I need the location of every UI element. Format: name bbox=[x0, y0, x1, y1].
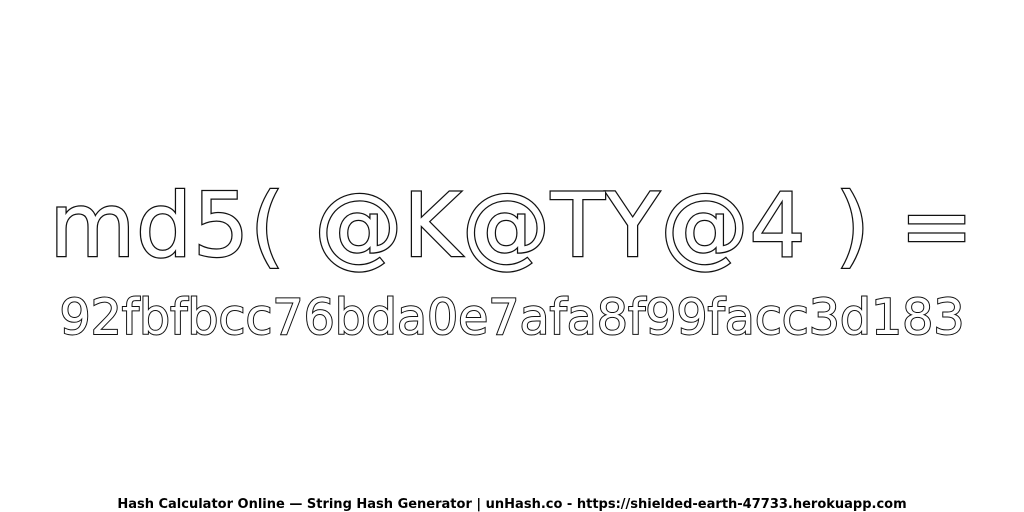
footer-credit: Hash Calculator Online — String Hash Gen… bbox=[117, 497, 907, 512]
md5-expression: md5( @K@TY@4 ) = bbox=[48, 174, 975, 277]
hash-result: 92fbfbcc76bda0e7afa8f99facc3d183 bbox=[58, 288, 965, 347]
